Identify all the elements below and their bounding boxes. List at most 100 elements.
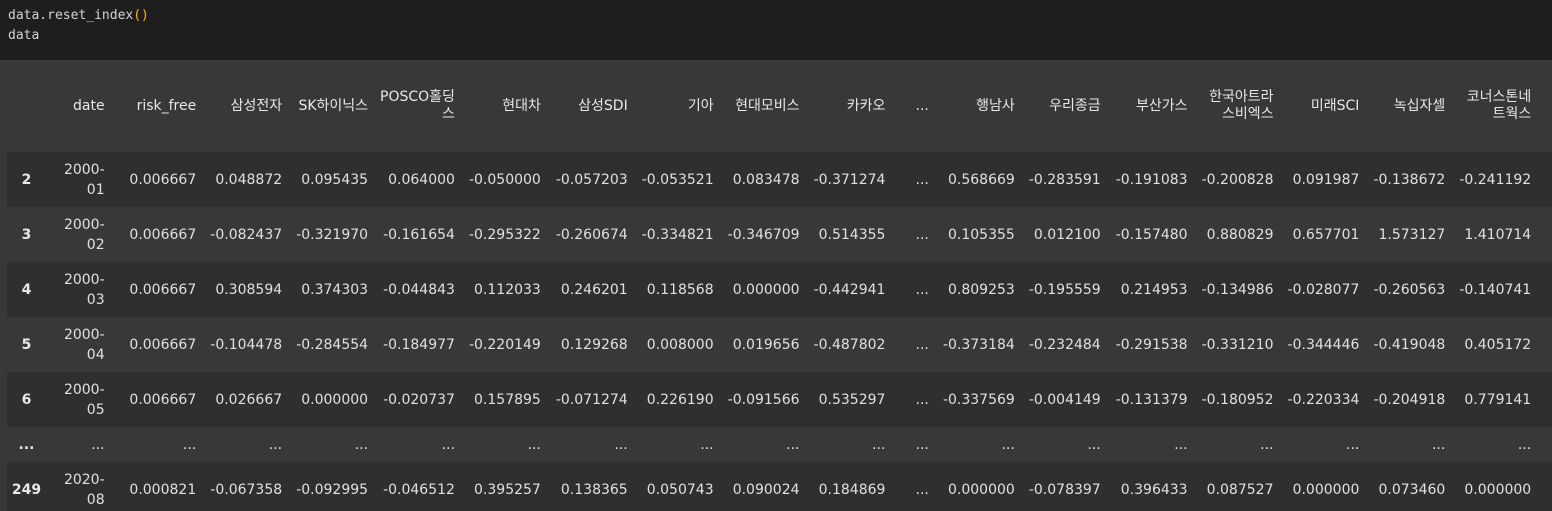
output-area: date risk_free 삼성전자 SK하이닉스 POSCO홀딩스 현대차 … — [0, 60, 1552, 511]
table-cell: -0.195559 — [1021, 262, 1108, 317]
table-row: 249 2020-08 0.000821 -0.067358 -0.092995 -0.0… — [7, 462, 1552, 511]
date-cell: 2000-04 — [48, 317, 112, 372]
table-cell: 0.000000 — [1452, 462, 1539, 511]
table-cell: -0.334821 — [634, 207, 721, 262]
table-cell: ... — [892, 427, 936, 462]
table-cell: -0.191083 — [1107, 152, 1195, 207]
column-header: risk_free — [111, 60, 204, 152]
table-cell: 0.226190 — [634, 372, 721, 427]
column-header: 한국아트라스비엑스 — [1194, 60, 1281, 152]
row-index: 3 — [7, 207, 49, 262]
index-header — [7, 60, 49, 152]
date-cell: ... — [48, 427, 112, 462]
table-cell: -0.020737 — [375, 372, 462, 427]
table-cell: 0.395257 — [461, 462, 548, 511]
table-cell: 0.809253 — [935, 262, 1022, 317]
table-cell: -0.232484 — [1021, 317, 1108, 372]
table-row: 3 2000-02 0.006667 -0.082437 -0.321970 -0.161… — [7, 207, 1552, 262]
table-cell: ... — [461, 427, 548, 462]
row-index: 249 — [7, 462, 49, 511]
overflow-cell — [1538, 317, 1552, 372]
table-cell: 0.000000 — [720, 262, 807, 317]
overflow-column — [1538, 60, 1552, 152]
table-cell: 0.006667 — [111, 317, 204, 372]
table-cell: -0.184977 — [375, 317, 462, 372]
table-cell: ... — [547, 427, 635, 462]
table-cell: ... — [892, 152, 936, 207]
table-cell: 0.246201 — [547, 262, 635, 317]
table-cell: 0.129268 — [547, 317, 635, 372]
column-header: date — [48, 60, 112, 152]
table-cell: -0.082437 — [203, 207, 290, 262]
table-cell: -0.487802 — [806, 317, 893, 372]
row-index: 6 — [7, 372, 49, 427]
table-cell: -0.284554 — [289, 317, 376, 372]
table-cell: 0.308594 — [203, 262, 290, 317]
table-cell: -0.057203 — [547, 152, 635, 207]
table-cell: -0.295322 — [461, 207, 548, 262]
table-row: 4 2000-03 0.006667 0.308594 0.374303 -0.04484… — [7, 262, 1552, 317]
code-line-2: data — [8, 28, 40, 43]
table-cell: 0.090024 — [720, 462, 807, 511]
column-header: SK하이닉스 — [289, 60, 376, 152]
date-cell: 2000-02 — [48, 207, 112, 262]
table-cell: -0.140741 — [1452, 262, 1539, 317]
table-cell: 0.396433 — [1107, 462, 1195, 511]
table-cell: -0.053521 — [634, 152, 721, 207]
table-row: 5 2000-04 0.006667 -0.104478 -0.284554 -0.184… — [7, 317, 1552, 372]
overflow-cell — [1538, 462, 1552, 511]
table-cell: 0.048872 — [203, 152, 290, 207]
table-cell: 0.374303 — [289, 262, 376, 317]
table-cell: -0.028077 — [1280, 262, 1367, 317]
table-cell: -0.371274 — [806, 152, 893, 207]
table-cell: -0.004149 — [1021, 372, 1108, 427]
table-cell: 1.410714 — [1452, 207, 1539, 262]
table-cell: 0.019656 — [720, 317, 807, 372]
column-header: ... — [892, 60, 936, 152]
overflow-cell — [1538, 262, 1552, 317]
table-cell: 0.112033 — [461, 262, 548, 317]
table-row: ........................................… — [7, 427, 1552, 462]
table-cell: 0.095435 — [289, 152, 376, 207]
table-cell: ... — [892, 262, 936, 317]
table-cell: -0.180952 — [1194, 372, 1281, 427]
table-cell: ... — [892, 317, 936, 372]
table-cell: 0.779141 — [1452, 372, 1539, 427]
table-cell: 0.405172 — [1452, 317, 1539, 372]
table-cell: -0.131379 — [1107, 372, 1195, 427]
dataframe-table: date risk_free 삼성전자 SK하이닉스 POSCO홀딩스 현대차 … — [7, 60, 1552, 511]
table-cell: ... — [935, 427, 1022, 462]
date-cell: 2000-05 — [48, 372, 112, 427]
table-cell: -0.200828 — [1194, 152, 1281, 207]
table-cell: 0.214953 — [1107, 262, 1195, 317]
table-cell: 1.573127 — [1366, 207, 1453, 262]
table-cell: -0.337569 — [935, 372, 1022, 427]
table-cell: -0.331210 — [1194, 317, 1281, 372]
column-header: 미래SCI — [1280, 60, 1367, 152]
table-cell: 0.026667 — [203, 372, 290, 427]
overflow-cell — [1538, 427, 1552, 462]
table-cell: 0.050743 — [634, 462, 721, 511]
table-cell: 0.157895 — [461, 372, 548, 427]
column-header: 우리종금 — [1021, 60, 1108, 152]
table-cell: 0.087527 — [1194, 462, 1281, 511]
overflow-cell — [1538, 152, 1552, 207]
table-cell: -0.104478 — [203, 317, 290, 372]
table-cell: 0.138365 — [547, 462, 635, 511]
table-cell: -0.260674 — [547, 207, 635, 262]
table-cell: 0.083478 — [720, 152, 807, 207]
table-cell: 0.091987 — [1280, 152, 1367, 207]
table-cell: 0.000000 — [1280, 462, 1367, 511]
table-cell: ... — [892, 462, 936, 511]
table-cell: ... — [892, 372, 936, 427]
table-cell: ... — [720, 427, 807, 462]
table-cell: -0.260563 — [1366, 262, 1453, 317]
code-cell[interactable]: data.reset_index() data — [0, 0, 1552, 60]
code-text: data.reset_index — [8, 8, 134, 23]
column-header: 기아 — [634, 60, 721, 152]
table-cell: 0.008000 — [634, 317, 721, 372]
row-index: ... — [7, 427, 49, 462]
table-body: 2 2000-01 0.006667 0.048872 0.095435 0.064000… — [7, 152, 1552, 511]
table-cell: -0.321970 — [289, 207, 376, 262]
table-cell: -0.220149 — [461, 317, 548, 372]
